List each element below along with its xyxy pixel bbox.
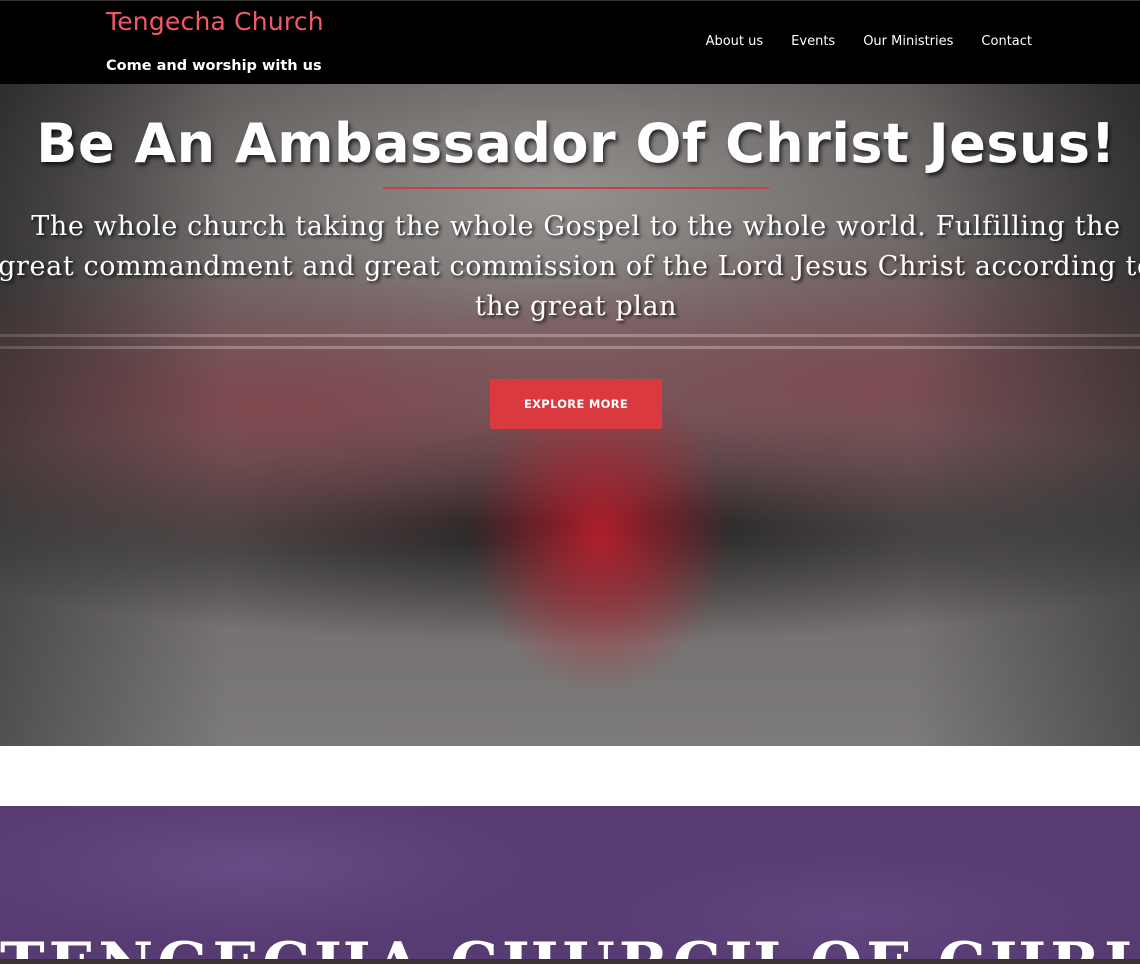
site-tagline: Come and worship with us bbox=[106, 58, 322, 74]
nav-about-us[interactable]: About us bbox=[706, 34, 764, 49]
hero-subtitle: The whole church taking the whole Gospel… bbox=[0, 211, 1140, 322]
nav-events[interactable]: Events bbox=[791, 34, 835, 49]
hero-divider bbox=[383, 187, 769, 189]
hero-banner: Be An Ambassador Of Christ Jesus! The wh… bbox=[0, 84, 1140, 746]
bottom-strip bbox=[0, 959, 1140, 964]
church-intro-section: TENGECHA CHURCH OF CHRIST bbox=[0, 806, 1140, 964]
nav-our-ministries[interactable]: Our Ministries bbox=[863, 34, 953, 49]
hero-heading: Be An Ambassador Of Christ Jesus! bbox=[36, 112, 1116, 175]
nav-contact[interactable]: Contact bbox=[981, 34, 1032, 49]
bible-page-edge bbox=[0, 334, 1140, 337]
site-header: Tengecha Church Come and worship with us… bbox=[0, 0, 1140, 84]
site-title[interactable]: Tengecha Church bbox=[106, 7, 324, 36]
main-nav: About us Events Our Ministries Contact bbox=[706, 34, 1032, 49]
explore-more-button[interactable]: EXPLORE MORE bbox=[490, 379, 662, 429]
bible-page-edge bbox=[0, 346, 1140, 349]
